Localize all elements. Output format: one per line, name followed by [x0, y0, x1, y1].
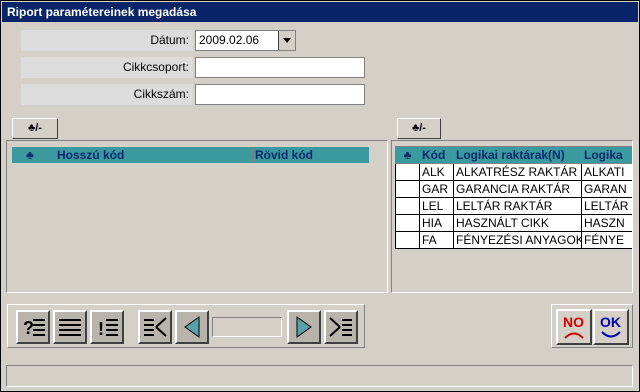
date-label: Dátum: — [21, 30, 193, 51]
table-header-row: ♣ Kód Logikai raktárak(N) Logika — [395, 146, 632, 164]
cell-logical: ALKATI — [581, 163, 632, 181]
column-header-logical[interactable]: Logika — [581, 146, 632, 164]
arrow-right-icon — [296, 316, 312, 338]
chevron-down-icon[interactable] — [278, 31, 295, 50]
group-label: Cikkcsoport: — [21, 57, 193, 78]
ok-button[interactable]: OK — [593, 309, 629, 345]
question-list-icon: ? — [23, 318, 45, 338]
svg-text:!: ! — [98, 319, 104, 339]
dialog-actions: NO OK — [551, 304, 633, 348]
table-row[interactable]: LEL LELTÁR RAKTÁR LELTÁR — [395, 197, 632, 215]
arrow-left-icon — [184, 316, 200, 338]
smile-icon: OK — [600, 314, 621, 338]
clover-icon[interactable]: ♣ — [26, 147, 34, 163]
svg-text:?: ? — [23, 318, 34, 338]
last-record-button[interactable] — [324, 310, 358, 344]
cell-name: FÉNYEZÉSI ANYAGOK — [453, 231, 582, 249]
report-parameters-window: Riport paramétereinek megadása Dátum: 20… — [0, 0, 640, 392]
row-checkbox[interactable] — [395, 197, 420, 215]
first-record-button[interactable] — [138, 310, 172, 344]
long-code-grid: ♣ Hosszú kód Rövid kód — [6, 140, 388, 293]
no-label: NO — [563, 314, 584, 330]
window-title: Riport paramétereinek megadása — [7, 5, 197, 19]
status-bar — [6, 365, 633, 387]
column-header-code[interactable]: Kód — [419, 146, 454, 164]
column-header-short-code[interactable]: Rövid kód — [252, 147, 313, 163]
item-number-input[interactable] — [195, 84, 365, 105]
table-row[interactable]: ALK ALKATRÉSZ RAKTÁR ALKATI — [395, 163, 632, 181]
column-header-long-code[interactable]: Hosszú kód — [57, 147, 124, 163]
navigation-toolbar: ? ! — [7, 304, 365, 348]
clover-icon[interactable]: ♣ — [395, 146, 420, 164]
cell-code: LEL — [419, 197, 454, 215]
item-number-label: Cikkszám: — [21, 84, 193, 105]
cell-name: HASZNÁLT CIKK — [453, 214, 582, 232]
list-all-button[interactable] — [53, 310, 87, 344]
table-row[interactable]: GAR GARANCIA RAKTÁR GARAN — [395, 180, 632, 198]
title-bar: Riport paramétereinek megadása — [2, 2, 638, 22]
question-list-button[interactable]: ? — [16, 310, 50, 344]
date-value: 2009.02.06 — [199, 33, 260, 47]
date-combobox[interactable]: 2009.02.06 — [195, 30, 296, 51]
grid-header: ♣ Hosszú kód Rövid kód — [12, 147, 369, 163]
next-record-button[interactable] — [287, 310, 321, 344]
cell-name: GARANCIA RAKTÁR — [453, 180, 582, 198]
cell-code: GAR — [419, 180, 454, 198]
row-checkbox[interactable] — [395, 214, 420, 232]
row-checkbox[interactable] — [395, 231, 420, 249]
mark-list-button[interactable]: ! — [90, 310, 124, 344]
logical-warehouse-grid: ♣ Kód Logikai raktárak(N) Logika ALK ALK… — [391, 140, 633, 293]
cell-logical: LELTÁR — [581, 197, 632, 215]
cell-logical: HASZN — [581, 214, 632, 232]
column-header-logical-warehouses[interactable]: Logikai raktárak(N) — [453, 146, 582, 164]
group-input[interactable] — [195, 57, 365, 78]
previous-record-button[interactable] — [175, 310, 209, 344]
row-checkbox[interactable] — [395, 180, 420, 198]
cell-code: ALK — [419, 163, 454, 181]
cell-code: HIA — [419, 214, 454, 232]
cell-code: FA — [419, 231, 454, 249]
cell-logical: FÉNYE — [581, 231, 632, 249]
first-record-icon — [144, 317, 167, 337]
list-icon — [59, 319, 81, 336]
cell-name: ALKATRÉSZ RAKTÁR — [453, 163, 582, 181]
no-button[interactable]: NO — [556, 309, 592, 345]
right-toggle-all-button[interactable]: ♣/- — [397, 118, 441, 139]
warehouse-table: ♣ Kód Logikai raktárak(N) Logika ALK ALK… — [395, 146, 632, 249]
cell-logical: GARAN — [581, 180, 632, 198]
table-row[interactable]: HIA HASZNÁLT CIKK HASZN — [395, 214, 632, 232]
exclamation-list-icon: ! — [98, 319, 118, 339]
frown-icon: NO — [563, 314, 584, 339]
cell-name: LELTÁR RAKTÁR — [453, 197, 582, 215]
last-record-icon — [329, 317, 352, 337]
row-checkbox[interactable] — [395, 163, 420, 181]
ok-label: OK — [600, 314, 621, 330]
table-row[interactable]: FA FÉNYEZÉSI ANYAGOK FÉNYE — [395, 231, 632, 249]
left-toggle-all-button[interactable]: ♣/- — [12, 118, 58, 139]
record-position-field[interactable] — [212, 317, 282, 337]
